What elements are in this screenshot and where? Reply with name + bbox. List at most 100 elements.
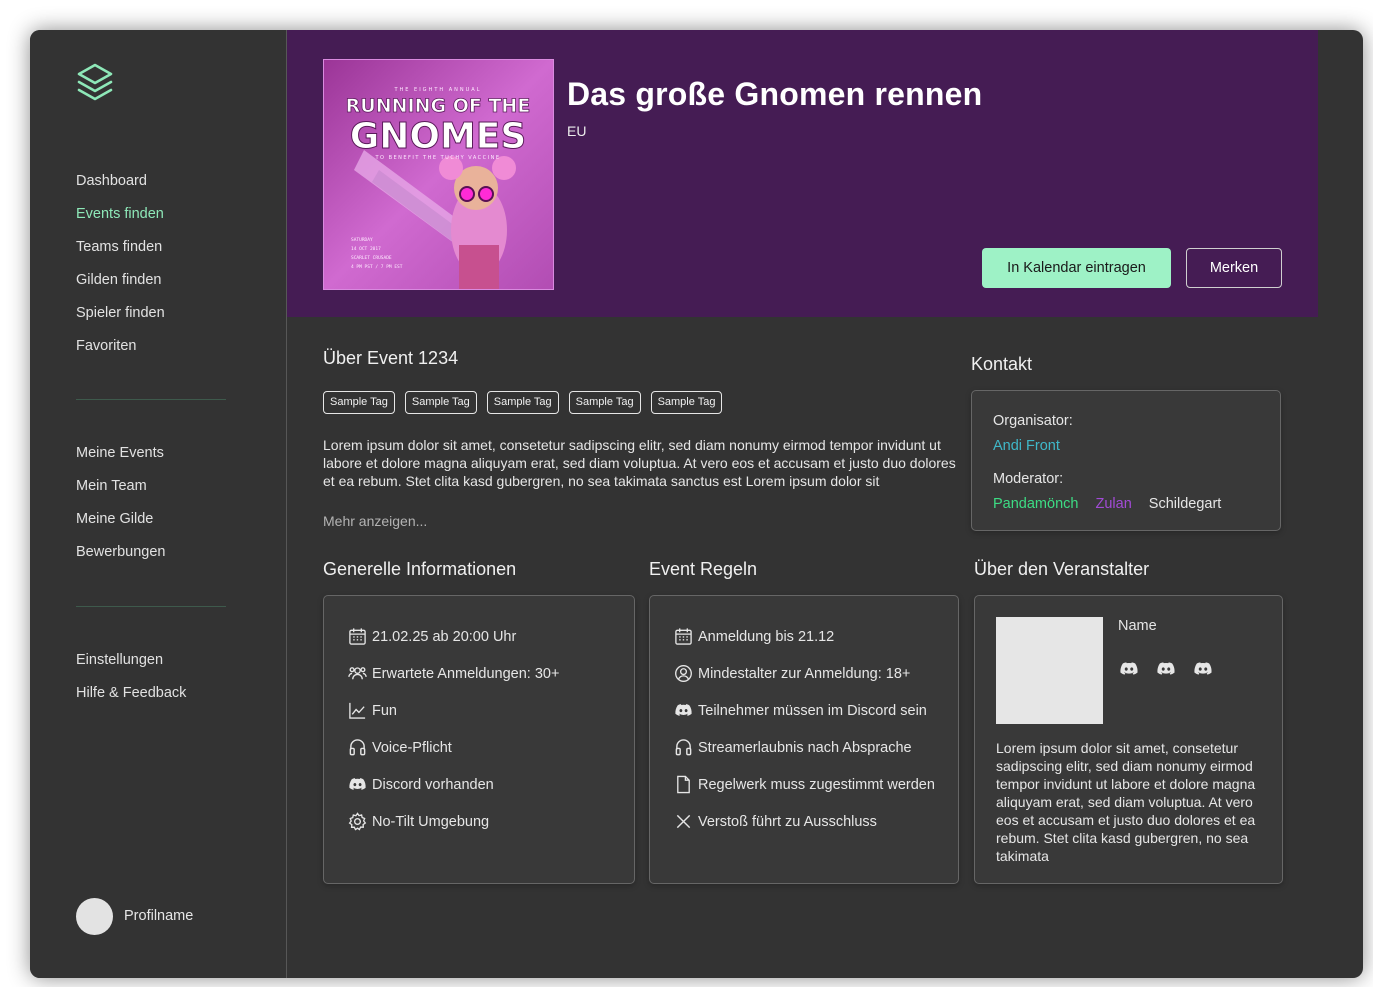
nav-divider bbox=[76, 399, 226, 400]
rule-row: Anmeldung bis 21.12 bbox=[673, 618, 935, 655]
rule-row: Regelwerk muss zugestimmt werden bbox=[673, 766, 935, 803]
info-row-registrations: Erwartete Anmeldungen: 30+ bbox=[347, 655, 559, 692]
profile-name: Profilname bbox=[124, 908, 194, 924]
nav-item-teams-finden[interactable]: Teams finden bbox=[76, 231, 165, 264]
info-text: Fun bbox=[372, 702, 397, 719]
nav-divider bbox=[76, 606, 226, 607]
nav-item-einstellungen[interactable]: Einstellungen bbox=[76, 644, 186, 677]
tag[interactable]: Sample Tag bbox=[323, 391, 395, 414]
info-row-voice: Voice-Pflicht bbox=[347, 729, 559, 766]
info-text: Erwartete Anmeldungen: 30+ bbox=[372, 665, 560, 682]
rule-row: Mindestalter zur Anmeldung: 18+ bbox=[673, 655, 935, 692]
cover-title-line1: RUNNING OF THE bbox=[346, 95, 531, 117]
organizer-row: Andi Front bbox=[993, 438, 1060, 454]
tag[interactable]: Sample Tag bbox=[650, 391, 723, 414]
nav-item-favoriten[interactable]: Favoriten bbox=[76, 330, 165, 363]
host-name: Name bbox=[1118, 618, 1157, 634]
info-row-environment: No-Tilt Umgebung bbox=[347, 803, 559, 840]
contact-card: Organisator: Andi Front Moderator: Panda… bbox=[971, 390, 1281, 531]
nav-item-gilden-finden[interactable]: Gilden finden bbox=[76, 264, 165, 297]
headset-icon bbox=[347, 738, 367, 758]
avatar bbox=[76, 897, 113, 935]
organizer-label: Organisator: bbox=[993, 413, 1073, 429]
cover-title-line2: GNOMES bbox=[350, 116, 527, 157]
moderator-link[interactable]: Pandamönch bbox=[993, 496, 1078, 512]
nav-tertiary: Einstellungen Hilfe & Feedback bbox=[76, 644, 186, 710]
discord-icon bbox=[347, 775, 367, 795]
settings-icon bbox=[347, 812, 367, 832]
event-cover-image: THE EIGHTH ANNUAL RUNNING OF THE GNOMES … bbox=[323, 59, 554, 290]
rule-text: Streamerlaubnis nach Absprache bbox=[698, 739, 912, 756]
tag-list: Sample Tag Sample Tag Sample Tag Sample … bbox=[323, 391, 732, 414]
rule-row: Streamerlaubnis nach Absprache bbox=[673, 729, 935, 766]
tag[interactable]: Sample Tag bbox=[486, 391, 559, 414]
general-info-title: Generelle Informationen bbox=[323, 559, 517, 579]
nav-primary: Dashboard Events finden Teams finden Gil… bbox=[76, 165, 165, 363]
nav-secondary: Meine Events Mein Team Meine Gilde Bewer… bbox=[76, 437, 166, 569]
rule-text: Regelwerk muss zugestimmt werden bbox=[698, 776, 935, 793]
bookmark-button[interactable]: Merken bbox=[1186, 248, 1282, 288]
about-title: Über Event 1234 bbox=[323, 348, 459, 368]
document-icon bbox=[673, 775, 693, 795]
event-rules-card: Anmeldung bis 21.12 Mindestalter zur Anm… bbox=[649, 595, 959, 884]
chart-line-icon bbox=[347, 701, 367, 721]
layers-logo-icon[interactable] bbox=[76, 62, 114, 106]
nav-item-bewerbungen[interactable]: Bewerbungen bbox=[76, 536, 166, 569]
close-icon bbox=[673, 812, 693, 832]
event-rules-title: Event Regeln bbox=[649, 559, 758, 579]
info-text: No-Tilt Umgebung bbox=[372, 813, 490, 830]
discord-icon bbox=[673, 701, 693, 721]
event-hero: THE EIGHTH ANNUAL RUNNING OF THE GNOMES … bbox=[287, 30, 1318, 317]
info-row-date: 21.02.25 ab 20:00 Uhr bbox=[347, 618, 559, 655]
calendar-icon bbox=[347, 627, 367, 647]
cover-detail: SATURDAY bbox=[351, 237, 373, 243]
moderator-link[interactable]: Schildegart bbox=[1149, 496, 1222, 512]
host-title: Über den Veranstalter bbox=[974, 559, 1150, 579]
info-text: 21.02.25 ab 20:00 Uhr bbox=[372, 628, 517, 645]
cover-detail: SCARLET CRUSADE bbox=[351, 255, 392, 261]
add-to-calendar-button[interactable]: In Kalendar eintragen bbox=[982, 248, 1171, 288]
show-more-link[interactable]: Mehr anzeigen... bbox=[323, 513, 427, 529]
nav-item-spieler-finden[interactable]: Spieler finden bbox=[76, 297, 165, 330]
tag[interactable]: Sample Tag bbox=[404, 391, 477, 414]
contact-title: Kontakt bbox=[971, 354, 1033, 374]
tag[interactable]: Sample Tag bbox=[568, 391, 641, 414]
discord-icon[interactable] bbox=[1155, 658, 1177, 680]
info-row-discord: Discord vorhanden bbox=[347, 766, 559, 803]
profile-button[interactable]: Profilname bbox=[76, 897, 193, 935]
cover-detail: 14 OCT 2017 bbox=[351, 246, 381, 252]
nav-item-hilfe-feedback[interactable]: Hilfe & Feedback bbox=[76, 677, 186, 710]
user-circle-icon bbox=[673, 664, 693, 684]
discord-icon[interactable] bbox=[1118, 658, 1140, 680]
nav-item-meine-events[interactable]: Meine Events bbox=[76, 437, 166, 470]
rule-text: Teilnehmer müssen im Discord sein bbox=[698, 702, 927, 719]
info-text: Discord vorhanden bbox=[372, 776, 494, 793]
general-info-card: 21.02.25 ab 20:00 Uhr Erwartete Anmeldun… bbox=[323, 595, 635, 884]
nav-item-events-finden[interactable]: Events finden bbox=[76, 198, 165, 231]
rule-row: Teilnehmer müssen im Discord sein bbox=[673, 692, 935, 729]
sidebar: Dashboard Events finden Teams finden Gil… bbox=[30, 30, 287, 978]
about-description: Lorem ipsum dolor sit amet, consetetur s… bbox=[323, 437, 956, 489]
nav-item-meine-gilde[interactable]: Meine Gilde bbox=[76, 503, 166, 536]
host-image-placeholder bbox=[996, 617, 1103, 724]
rule-row: Verstoß führt zu Ausschluss bbox=[673, 803, 935, 840]
calendar-icon bbox=[673, 627, 693, 647]
nav-item-mein-team[interactable]: Mein Team bbox=[76, 470, 166, 503]
moderator-label: Moderator: bbox=[993, 471, 1064, 487]
organizer-link[interactable]: Andi Front bbox=[993, 438, 1060, 454]
page-title: Das große Gnomen rennen bbox=[567, 76, 983, 112]
headset-icon bbox=[673, 738, 693, 758]
host-description: Lorem ipsum dolor sit amet, consetetur s… bbox=[996, 740, 1256, 864]
event-region: EU bbox=[567, 123, 587, 139]
rule-text: Mindestalter zur Anmeldung: 18+ bbox=[698, 665, 911, 682]
info-text: Voice-Pflicht bbox=[372, 739, 452, 756]
discord-icon[interactable] bbox=[1192, 658, 1214, 680]
moderator-link[interactable]: Zulan bbox=[1095, 496, 1131, 512]
app-window: Dashboard Events finden Teams finden Gil… bbox=[30, 30, 1363, 978]
rule-text: Anmeldung bis 21.12 bbox=[698, 628, 835, 645]
host-social-links bbox=[1118, 658, 1229, 680]
nav-item-dashboard[interactable]: Dashboard bbox=[76, 165, 165, 198]
rule-text: Verstoß führt zu Ausschluss bbox=[698, 813, 877, 830]
cover-detail: 4 PM PST / 7 PM EST bbox=[351, 264, 403, 270]
host-card: Name Lorem ipsum dolor sit amet, consete… bbox=[974, 595, 1283, 884]
